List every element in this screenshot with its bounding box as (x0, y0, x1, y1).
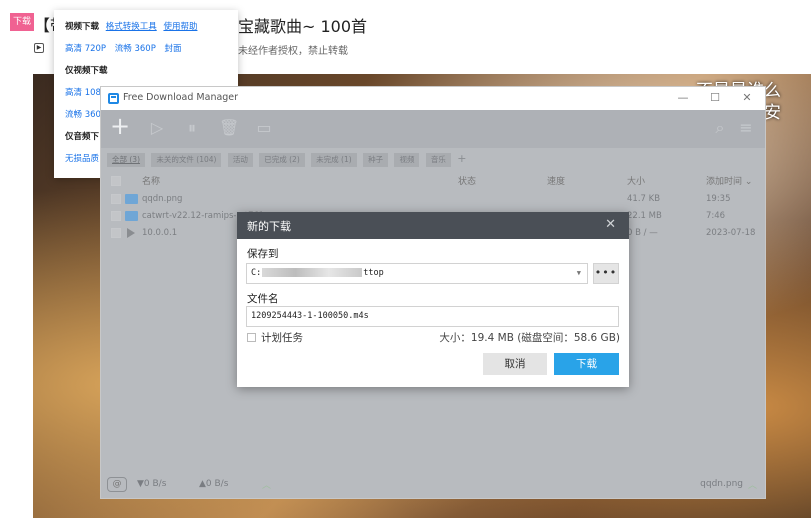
chevron-up-icon[interactable]: ︿ (262, 478, 271, 491)
row-checkbox[interactable] (111, 211, 121, 221)
lossless-link[interactable]: 无损品质 (65, 154, 99, 164)
format-tool-link[interactable]: 格式转换工具 (106, 22, 157, 32)
video-only-header: 仅视频下载 (65, 66, 108, 76)
upload-speed: ▲0 B/s (199, 479, 229, 489)
column-header-status[interactable]: 状态 (458, 174, 476, 190)
chevron-down-icon[interactable]: ▼ (577, 264, 581, 283)
row-size: 0 B / — (627, 228, 658, 238)
minimize-icon[interactable]: — (673, 89, 693, 107)
schedule-checkbox[interactable] (247, 333, 256, 342)
resume-icon[interactable]: ▷ (148, 119, 166, 137)
download-button[interactable]: 下载 (554, 353, 619, 375)
filter-all[interactable]: 全部 (3) (107, 153, 146, 167)
search-icon[interactable]: ⌕ (711, 119, 729, 137)
pause-icon[interactable]: ⏸ (183, 119, 201, 137)
snail-mode-icon[interactable]: @ (107, 477, 127, 492)
maximize-icon[interactable]: ☐ (705, 89, 725, 107)
filename-label: 文件名 (247, 293, 279, 305)
fdm-window-title: Free Download Manager (123, 92, 239, 103)
filter-active[interactable]: 活动 (227, 153, 253, 167)
fdm-logo-icon (108, 93, 119, 104)
redacted-path-segment (262, 268, 363, 277)
row-added: 7:46 (706, 211, 726, 221)
column-header-size[interactable]: 大小 (627, 174, 645, 190)
video-720p-link[interactable]: 高清 720P (65, 44, 106, 54)
open-folder-icon[interactable]: ▭ (255, 119, 273, 137)
dialog-header[interactable]: 新的下载 ✕ (237, 212, 629, 239)
video-download-header: 视频下载 (65, 22, 100, 32)
row-added: 19:35 (706, 194, 731, 204)
fdm-titlebar[interactable]: Free Download Manager — ☐ ✕ (101, 87, 765, 110)
browse-button[interactable]: ••• (593, 263, 619, 284)
filter-music[interactable]: 音乐 (425, 153, 451, 167)
new-download-dialog: 新的下载 ✕ 保存到 C: ttop ▼ ••• 文件名 1209254443-1… (237, 212, 629, 387)
close-icon[interactable]: ✕ (737, 89, 757, 107)
row-name: qqdn.png (142, 194, 183, 204)
help-link[interactable]: 使用帮助 (163, 22, 197, 32)
cover-link[interactable]: 封面 (165, 44, 182, 54)
table-row[interactable]: qqdn.png 41.7 KB 19:35 (101, 191, 765, 208)
add-filter-icon[interactable]: + (457, 152, 466, 166)
video-title: 宝藏歌曲~ 100首 (238, 17, 368, 36)
close-icon[interactable]: ✕ (605, 217, 616, 232)
filter-completed[interactable]: 已完成 (2) (259, 153, 305, 167)
filter-video[interactable]: 视频 (394, 153, 420, 167)
audio-only-header: 仅音频下 (65, 132, 100, 142)
delete-icon[interactable]: 🗑 (219, 119, 239, 137)
current-file-name: qqdn.png (700, 479, 743, 489)
row-size: 41.7 KB (627, 194, 661, 204)
file-icon (125, 211, 138, 221)
size-info: 大小：19.4 MB (磁盘空间：58.6 GB) (439, 332, 620, 344)
row-checkbox[interactable] (111, 228, 121, 238)
row-checkbox[interactable] (111, 194, 121, 204)
play-icon: ▶ (34, 43, 44, 53)
select-all-checkbox[interactable] (111, 176, 121, 186)
filename-input[interactable]: 1209254443-1-100050.m4s (246, 306, 619, 327)
column-header-speed[interactable]: 速度 (547, 174, 565, 190)
dialog-title: 新的下载 (247, 220, 291, 233)
column-header-name[interactable]: 名称 (142, 174, 160, 190)
file-icon (125, 194, 138, 204)
schedule-label[interactable]: 计划任务 (261, 330, 303, 345)
chevron-up-icon[interactable]: ︿ (748, 478, 757, 491)
save-path-suffix: ttop (363, 268, 384, 278)
save-path-prefix: C: (251, 268, 262, 278)
cancel-button[interactable]: 取消 (483, 353, 547, 375)
web-download-badge[interactable]: 下载 (10, 13, 34, 31)
row-added: 2023-07-18 (706, 228, 756, 238)
row-size: 22.1 MB (627, 211, 662, 221)
save-to-label: 保存到 (247, 248, 279, 260)
play-icon[interactable] (127, 228, 135, 238)
filter-incomplete[interactable]: 未完成 (1) (311, 153, 357, 167)
video-only-360-link[interactable]: 流畅 360 (65, 110, 101, 120)
download-speed: ▼0 B/s (137, 479, 167, 489)
hamburger-menu-icon[interactable]: ≡ (737, 119, 755, 137)
video-only-1080-link[interactable]: 高清 108 (65, 88, 101, 98)
row-name: 10.0.0.1 (142, 228, 178, 238)
filter-bar: 全部 (3) 未关的文件 (104) 活动 已完成 (2) 未完成 (1) 种子… (101, 148, 765, 174)
video-360p-link[interactable]: 流畅 360P (115, 44, 156, 54)
filter-torrent[interactable]: 种子 (363, 153, 389, 167)
add-download-icon[interactable]: + (110, 114, 130, 138)
column-header-added[interactable]: 添加时间 ⌄ (706, 174, 752, 190)
save-path-combobox[interactable]: C: ttop ▼ (246, 263, 588, 284)
filter-unclosed[interactable]: 未关的文件 (104) (151, 153, 222, 167)
status-bar: @ ▼0 B/s ▲0 B/s ︿ qqdn.png ︿ (101, 472, 765, 498)
fdm-toolbar: + ▷ ⏸ 🗑 ▭ ⌕ ≡ (101, 110, 765, 148)
video-subtitle: 未经作者授权，禁止转载 (238, 46, 348, 57)
